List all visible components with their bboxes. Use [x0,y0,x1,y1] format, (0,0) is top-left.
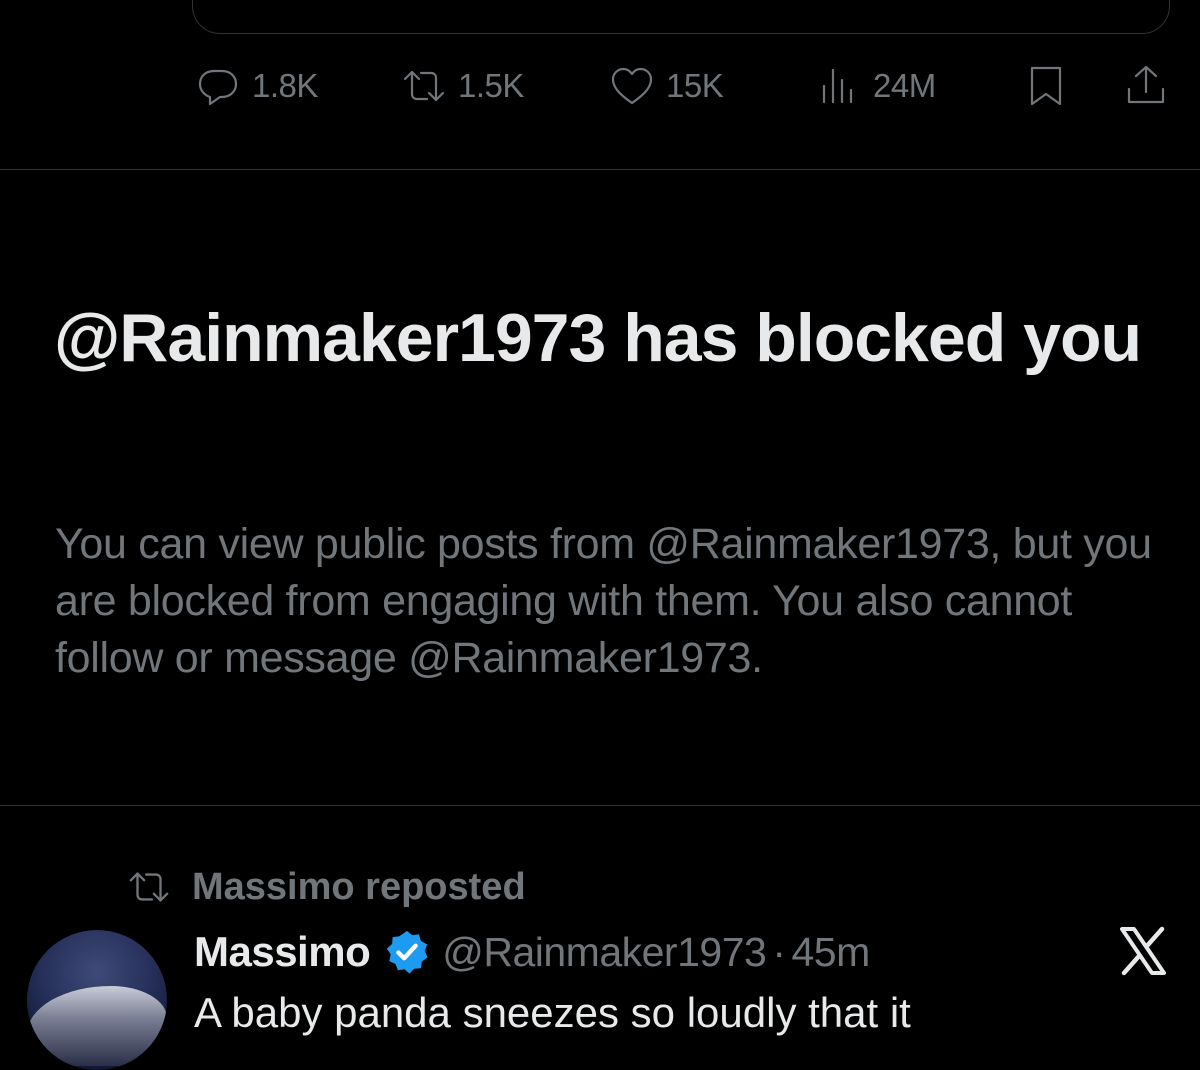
bookmark-icon [1030,66,1062,106]
quoted-post-card[interactable] [192,0,1170,34]
avatar[interactable] [27,930,167,1070]
reply-button[interactable]: 1.8K [194,58,318,114]
blocked-notice-title: @Rainmaker1973 has blocked you [54,300,1142,376]
header-separator: · [772,928,786,975]
views-button[interactable]: 24M [815,58,936,114]
repost-icon [129,872,169,902]
like-count: 15K [666,67,724,104]
divider [0,169,1200,170]
repost-button[interactable]: 1.5K [400,58,524,114]
reply-icon [198,69,238,106]
repost-label: Massimo reposted [192,865,526,908]
views-chart-icon [822,68,853,104]
avatar-landscape [27,986,167,1066]
post-action-bar: 1.8K 1.5K 15K 24M [0,58,1200,114]
author-handle[interactable]: @Rainmaker1973 [442,929,767,976]
divider [0,805,1200,806]
post-text: A baby panda sneezes so loudly that it [194,989,911,1036]
views-count: 24M [873,67,936,104]
reply-count: 1.8K [252,67,318,104]
share-button[interactable] [1122,58,1170,114]
x-logo-icon [1120,926,1166,976]
heart-icon [611,67,653,105]
post-timestamp[interactable]: 45m [791,929,870,976]
blocked-notice-body: You can view public posts from @Rainmake… [55,520,1152,682]
repost-icon [403,70,445,102]
author-display-name[interactable]: Massimo [194,928,371,976]
repost-context[interactable]: Massimo reposted [126,862,526,912]
share-icon [1127,65,1165,104]
like-button[interactable]: 15K [608,58,724,114]
bookmark-button[interactable] [1022,58,1070,114]
repost-count: 1.5K [458,67,524,104]
post-header: Massimo @Rainmaker1973 · 45m [194,922,870,982]
verified-badge-icon[interactable] [384,929,430,975]
